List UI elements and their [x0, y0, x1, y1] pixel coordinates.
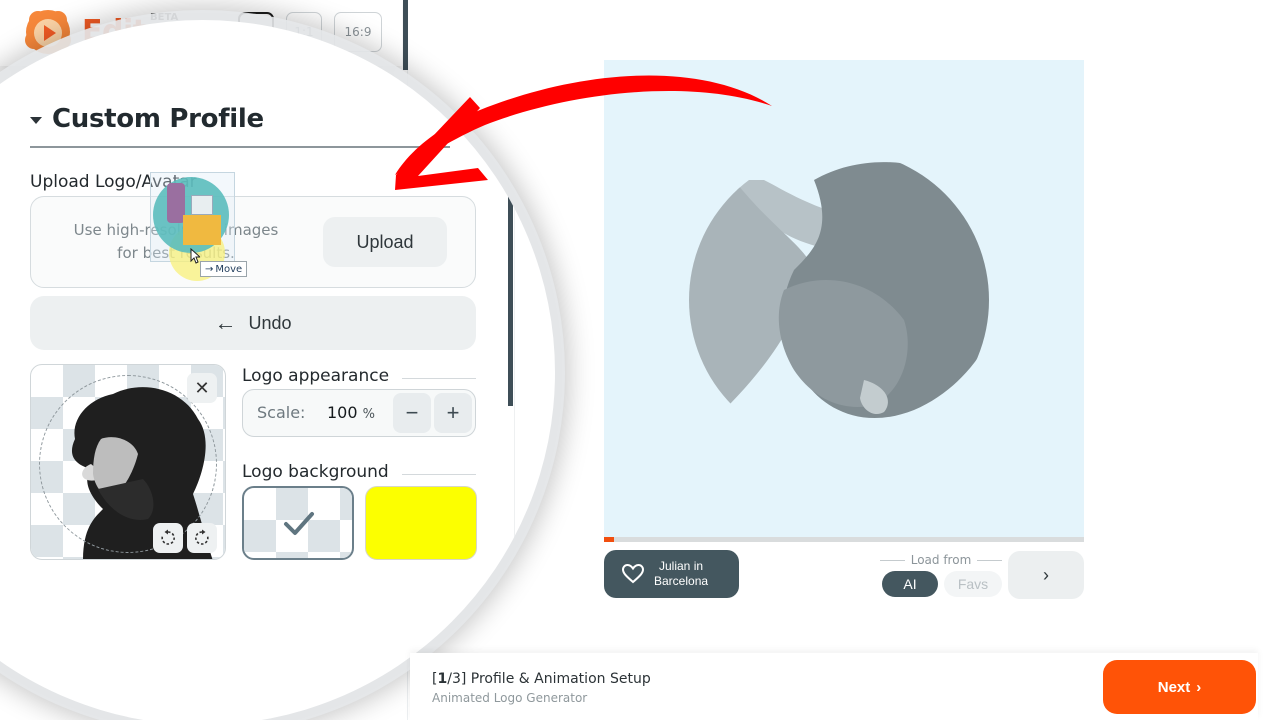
chevron-right-icon: ›	[1196, 678, 1202, 696]
step-subtitle: Animated Logo Generator	[432, 691, 588, 705]
scale-decrease-button[interactable]: −	[393, 393, 431, 433]
scale-control: Scale: 100 % − +	[242, 389, 476, 437]
logo-appearance-label: Logo appearance	[242, 366, 390, 386]
upload-button[interactable]: Upload	[323, 217, 447, 267]
undo-label: Undo	[248, 312, 292, 333]
load-from-rule-right	[977, 559, 1002, 561]
scale-unit: %	[362, 407, 375, 422]
favorite-preset-button[interactable]: Julian in Barcelona	[604, 550, 739, 598]
drag-move-label: Move	[215, 263, 243, 275]
magnified-scrollbar[interactable]	[508, 170, 513, 406]
next-preset-button[interactable]: ›	[1008, 551, 1084, 599]
logo-background-heading: Logo background	[242, 462, 476, 482]
preset-name: Julian in Barcelona	[654, 559, 708, 589]
source-ai-tab[interactable]: AI	[882, 571, 938, 597]
scale-label: Scale:	[257, 403, 306, 422]
load-from-label: Load from	[910, 553, 972, 567]
checkmark-icon	[284, 512, 314, 535]
section-header-custom-profile[interactable]: Custom Profile	[30, 104, 264, 134]
chevron-right-icon: ›	[1043, 564, 1049, 585]
rotate-right-button[interactable]	[187, 523, 217, 553]
step-indicator: [1/3] Profile & Animation Setup	[432, 671, 651, 687]
preset-name-line1: Julian in	[659, 559, 704, 573]
drag-ghost-folder	[183, 215, 221, 245]
arrow-right-icon: →	[205, 263, 214, 275]
background-option-yellow[interactable]	[365, 486, 477, 560]
source-favs-tab[interactable]: Favs	[944, 571, 1002, 597]
step-title: Profile & Animation Setup	[470, 671, 651, 687]
drag-ghost-monitor	[191, 195, 213, 215]
logo-appearance-heading: Logo appearance	[242, 366, 476, 386]
caret-down-icon	[30, 116, 42, 124]
arrow-left-icon: ←	[214, 310, 237, 335]
load-from-rule-left	[880, 559, 905, 561]
rotate-ccw-icon	[161, 529, 175, 545]
step-current: 1	[437, 671, 448, 687]
panel-edge	[514, 20, 515, 720]
close-icon: ✕	[194, 377, 210, 398]
rotate-left-button[interactable]	[153, 523, 183, 553]
magnified-panel: Custom Profile Upload Logo/Avatar Use hi…	[0, 20, 555, 720]
animation-progress-bar[interactable]	[604, 537, 1084, 542]
magnifier-overlay: Custom Profile Upload Logo/Avatar Use hi…	[0, 20, 555, 720]
heart-icon	[622, 564, 644, 584]
drag-move-tooltip: → Move	[200, 261, 248, 277]
logo-background-label: Logo background	[242, 462, 389, 482]
app-root: Editor BETA 1:1 16:9 Background Text Col…	[0, 0, 1280, 720]
logo-preview-card: ✕	[30, 364, 226, 560]
section-title: Custom Profile	[52, 104, 264, 134]
scale-number: 100	[327, 403, 358, 422]
background-option-transparent[interactable]	[242, 486, 354, 560]
rotate-cw-icon	[195, 529, 209, 545]
remove-logo-button[interactable]: ✕	[187, 373, 217, 403]
animation-progress-fill	[604, 537, 614, 542]
heading-rule	[402, 378, 476, 379]
next-step-button[interactable]: Next ›	[1103, 660, 1256, 714]
undo-button[interactable]: ← Undo	[30, 296, 476, 350]
scale-value: 100 %	[327, 403, 375, 422]
section-divider	[30, 146, 450, 148]
heading-rule	[402, 474, 476, 475]
mouse-cursor-icon	[190, 248, 200, 264]
scale-increase-button[interactable]: +	[434, 393, 472, 433]
next-step-label: Next	[1157, 678, 1191, 696]
canvas-portrait-image	[689, 162, 989, 418]
step-total: 3	[451, 671, 461, 687]
logo-canvas-preview	[604, 60, 1084, 540]
preset-name-line2: Barcelona	[654, 574, 709, 588]
upload-dropzone[interactable]: Use high-resolution images for best resu…	[30, 196, 476, 288]
load-from-heading: Load from	[880, 552, 1002, 568]
